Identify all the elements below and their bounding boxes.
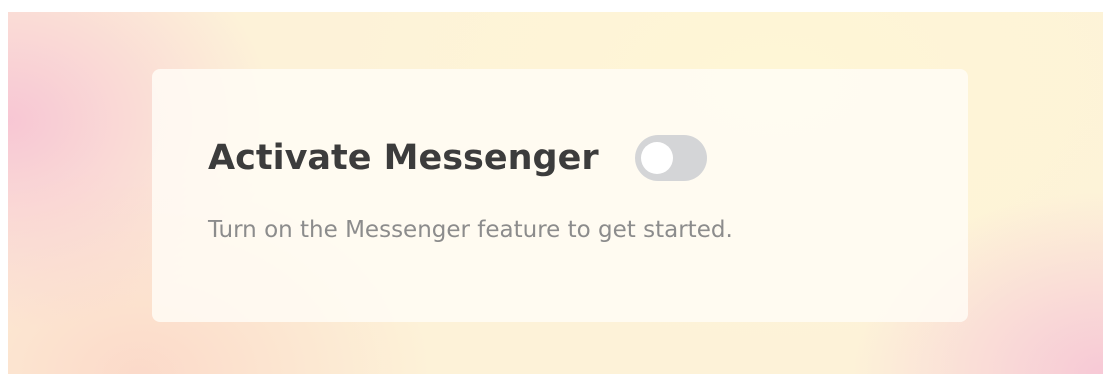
card-description: Turn on the Messenger feature to get sta…	[208, 217, 733, 243]
card-heading-row: Activate Messenger	[208, 135, 707, 181]
activate-messenger-toggle[interactable]	[634, 135, 707, 181]
gradient-background: Activate Messenger Turn on the Messenger…	[8, 12, 1103, 374]
messenger-activation-card: Activate Messenger Turn on the Messenger…	[152, 69, 968, 322]
card-title: Activate Messenger	[208, 138, 599, 178]
toggle-knob	[640, 142, 673, 174]
